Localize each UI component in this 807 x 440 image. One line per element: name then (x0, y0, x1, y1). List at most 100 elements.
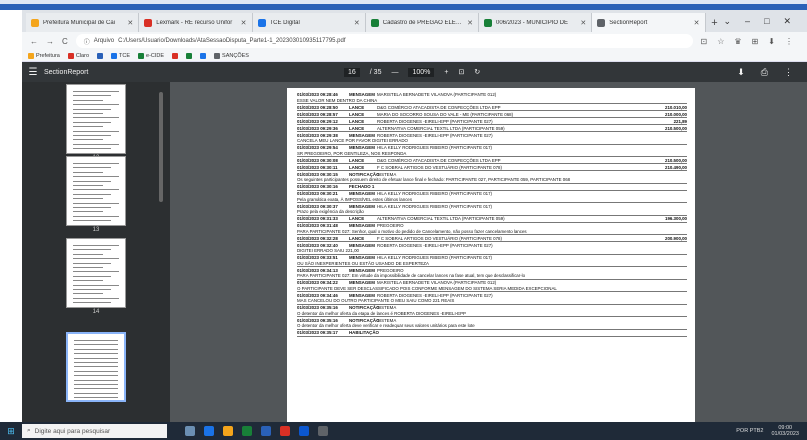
share-icon[interactable]: ⊡ (701, 37, 708, 46)
entry-timestamp: 01/03/2023 09:31:48 (297, 223, 338, 228)
tab-search-icon[interactable]: ⌄ (724, 16, 732, 27)
entry-type: NOTIFICAÇÃO (349, 305, 380, 310)
bookmark-item[interactable] (186, 52, 193, 59)
reload-icon[interactable]: C (62, 37, 68, 46)
page-thumbnail[interactable] (66, 84, 126, 154)
page-thumbnail-current[interactable] (66, 332, 126, 402)
explorer-icon[interactable] (261, 426, 271, 436)
entry-message: O detentor da melhor oferta deve verific… (297, 323, 687, 330)
bookmark-item[interactable]: Prefeitura (28, 52, 60, 59)
sidepanel-icon[interactable]: ⊞ (752, 37, 759, 46)
extension-icon[interactable]: ♛ (734, 37, 741, 46)
fit-page-icon[interactable]: ⊡ (458, 68, 464, 76)
close-window-icon[interactable]: ✕ (784, 16, 792, 27)
entry-bid-value: 210.490,00 (665, 164, 687, 170)
browser-tab[interactable]: SectionReport ✕ (592, 13, 706, 32)
site-info-icon[interactable]: ⓘ (84, 37, 90, 46)
pdf-viewer: 121314 01/03/2023 09:28:46MENSAGEMMARIST… (22, 82, 807, 422)
entry-participant: MARISTELA BERNADETE VILANOVA (PARTICIPAN… (377, 92, 497, 97)
zoom-level[interactable]: 100% (408, 67, 435, 77)
edge-icon[interactable] (204, 426, 214, 436)
rotate-icon[interactable]: ↻ (474, 68, 480, 76)
bookmark-item[interactable] (200, 52, 207, 59)
browser-tab[interactable]: Lexmark - RE recurso Unifor ✕ (139, 13, 253, 32)
thumbnail-number: 13 (92, 227, 100, 233)
settings-icon[interactable] (318, 426, 328, 436)
bookmark-favicon-icon (186, 52, 193, 59)
entry-message: O PARTICIPANTE DEVE SER DESCLASSIFICADO … (297, 286, 687, 292)
menu-icon[interactable]: ☰ (22, 67, 44, 78)
document-title: SectionReport (44, 68, 89, 76)
clock[interactable]: 09:00 01/03/2023 (771, 425, 799, 437)
bookmark-item[interactable]: SANÇÕES (214, 52, 249, 59)
browser-tabbar: Prefeitura Municipal de Cai ✕ Lexmark - RE… (22, 10, 807, 32)
entry-type: LANCE (349, 164, 365, 170)
bookmark-item[interactable]: TCE (111, 52, 131, 59)
entry-timestamp: 01/03/2023 09:29:36 (297, 125, 338, 131)
bookmark-favicon-icon (172, 52, 179, 59)
bookmark-star-icon[interactable]: ☆ (717, 37, 724, 46)
entry-type: LANCE (349, 125, 365, 131)
tab-close-icon[interactable]: ✕ (580, 19, 586, 27)
search-placeholder: Digite aqui para pesquisar (34, 427, 111, 435)
url-text: C:/Users/Usuario/Downloads/AtaSessaoDisp… (118, 38, 346, 44)
zoom-in-button[interactable]: + (444, 69, 448, 76)
browser-tab[interactable]: Cadastro de PREGÃO ELETR ✕ (365, 13, 479, 32)
bookmark-favicon-icon (111, 52, 118, 59)
excel-icon[interactable] (242, 426, 252, 436)
tab-close-icon[interactable]: ✕ (241, 19, 247, 27)
task-view-icon[interactable] (185, 426, 195, 436)
bookmark-item[interactable] (172, 52, 179, 59)
entry-participant: F C SOBRAL ARTIGOS DO VESTUÁRIO (PARTICI… (377, 164, 502, 170)
url-field[interactable]: ⓘ Arquivo C:/Users/Usuario/Downloads/Ata… (75, 34, 693, 48)
browser-tab[interactable]: TCE Digital ✕ (252, 13, 366, 32)
entry-timestamp: 01/03/2023 09:30:16 (297, 184, 338, 189)
entry-message: Os seguintes participantes possuem direi… (297, 177, 687, 184)
tab-close-icon[interactable]: ✕ (127, 19, 133, 27)
entry-timestamp: 01/03/2023 09:34:22 (297, 280, 338, 285)
tab-title: Lexmark - RE recurso Unifor (156, 19, 233, 26)
browser-menu-icon[interactable]: ⋮ (785, 37, 793, 46)
taskbar-search[interactable]: ⌕ Digite aqui para pesquisar (22, 424, 167, 438)
entry-message: MAS CANCELOU DO OUTRO PARTICIPANTE O MEU… (297, 298, 687, 305)
tab-close-icon[interactable]: ✕ (354, 19, 360, 27)
zoom-out-button[interactable]: — (391, 69, 398, 76)
bookmark-item[interactable] (97, 52, 104, 59)
bookmark-item[interactable]: e-CIDE (138, 52, 164, 59)
log-entry-header: 01/03/2023 09:30:11 LANCE F C SOBRAL ARTIG… (297, 164, 687, 171)
chrome-icon[interactable] (223, 426, 233, 436)
bookmark-favicon-icon (214, 52, 221, 59)
more-options-icon[interactable]: ⋮ (784, 67, 793, 78)
minimize-icon[interactable]: – (745, 16, 750, 26)
log-entry-header: 01/03/2023 09:30:16 FECHADO 1 (297, 184, 687, 191)
entry-timestamp: 01/03/2023 09:33:51 (297, 255, 338, 260)
tab-title: SectionReport (609, 19, 648, 26)
tab-favicon-icon (257, 18, 266, 27)
print-icon[interactable]: ⎙ (761, 67, 768, 78)
windows-taskbar: ⊞ ⌕ Digite aqui para pesquisar POR PTB2 … (0, 422, 807, 440)
bookmark-label: SANÇÕES (222, 52, 249, 59)
browser-tab[interactable]: 006/2023 - MUNICÍPIO DE ✕ (479, 13, 593, 32)
browser-tab[interactable]: Prefeitura Municipal de Cai ✕ (26, 13, 140, 32)
tab-favicon-icon (144, 18, 153, 27)
tab-close-icon[interactable]: ✕ (467, 19, 473, 27)
tab-close-icon[interactable]: ✕ (694, 19, 700, 27)
maximize-icon[interactable]: □ (764, 16, 769, 26)
download-icon[interactable]: ⬇ (737, 67, 745, 78)
entry-message: Pela gramática exata, À IMPOSSÍVEL estes… (297, 197, 687, 203)
forward-icon[interactable]: → (46, 37, 54, 46)
bookmark-item[interactable]: Claro (67, 52, 89, 59)
sidebar-scrollbar[interactable] (159, 92, 163, 202)
page-thumbnail[interactable] (66, 156, 126, 226)
acrobat-icon[interactable] (280, 426, 290, 436)
word-icon[interactable] (299, 426, 309, 436)
page-thumbnail[interactable] (66, 238, 126, 308)
back-icon[interactable]: ← (30, 37, 38, 46)
new-tab-button[interactable]: + (706, 13, 724, 32)
entry-message: ESSE VALOR NEM DENTRO DA CHINA (297, 98, 687, 104)
bookmark-label: TCE (119, 52, 131, 59)
language-indicator[interactable]: POR PTB2 (736, 428, 763, 434)
start-button[interactable]: ⊞ (0, 426, 22, 437)
downloads-icon[interactable]: ⬇ (768, 37, 775, 46)
page-number-input[interactable]: 16 (344, 67, 360, 77)
